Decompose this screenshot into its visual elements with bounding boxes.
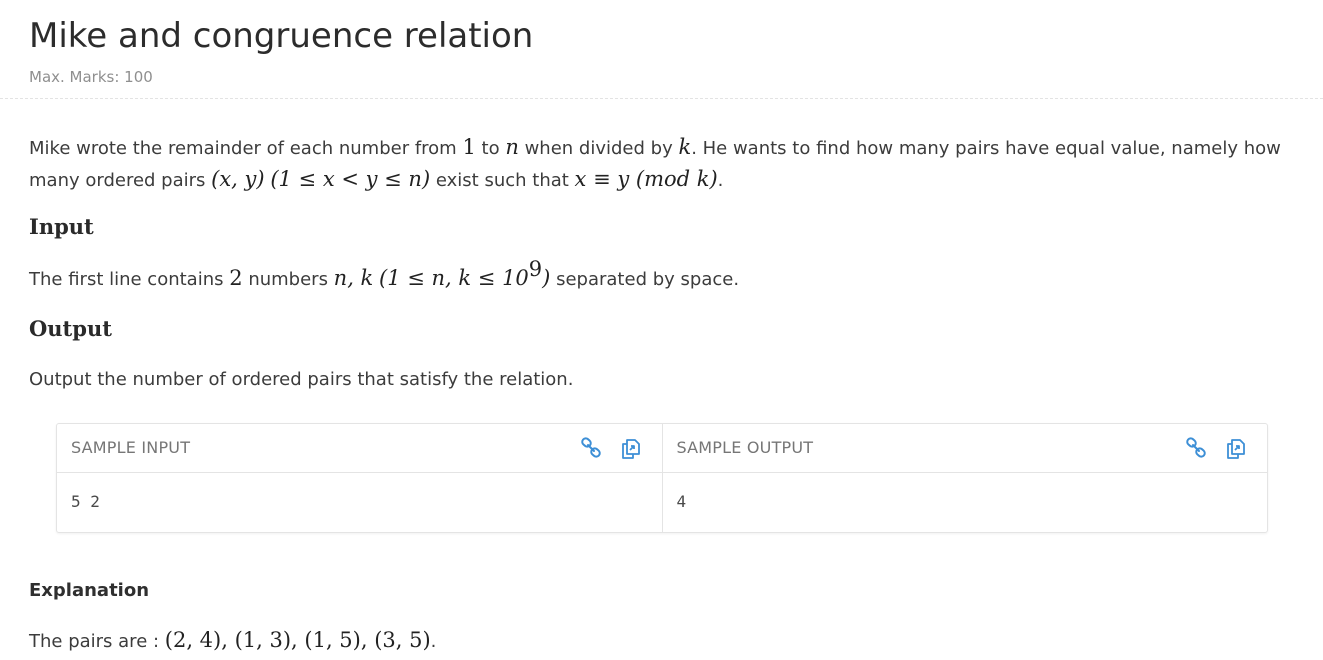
statement-text: when divided by [518, 138, 679, 159]
input-text: numbers [242, 269, 334, 290]
copy-icon-svg [1227, 439, 1245, 459]
problem-header: Mike and congruence relation Max. Marks:… [0, 0, 1323, 99]
sample-output-title: SAMPLE OUTPUT [676, 438, 814, 457]
statement-math: 1 [462, 135, 476, 159]
sample-input-header: SAMPLE INPUT [57, 424, 662, 473]
problem-title: Mike and congruence relation [29, 16, 534, 56]
sample-input-title: SAMPLE INPUT [71, 438, 191, 457]
statement-math: n [505, 135, 519, 159]
link-icon-svg [1186, 437, 1206, 458]
input-text: The first line contains [29, 269, 230, 290]
sample-input-panel: SAMPLE INPUT 5 2 [57, 424, 662, 532]
sample-input-actions [578, 435, 644, 461]
sample-input-value: 5 2 [71, 492, 100, 511]
explanation-pairs: (2, 4), (1, 3), (1, 5), (3, 5) [164, 628, 431, 652]
statement-text: . [717, 170, 724, 191]
copy-icon-svg [621, 439, 640, 459]
sample-output-actions [1183, 435, 1249, 461]
explanation-text: The pairs are : (2, 4), (1, 3), (1, 5), … [29, 625, 436, 657]
input-math: 2 [229, 266, 243, 290]
statement-math: x ≡ y (mod k) [574, 167, 718, 191]
statement-math: (x, y) [211, 167, 265, 191]
input-heading: Input [29, 214, 94, 239]
explanation-heading: Explanation [29, 580, 150, 601]
input-description: The first line contains 2 numbers n, k (… [29, 259, 740, 295]
max-marks: Max. Marks: 100 [29, 68, 153, 86]
link-icon[interactable] [578, 435, 604, 461]
statement-text: Mike wrote the remainder of each number … [29, 138, 463, 159]
statement-math: k [678, 135, 692, 159]
statement-math: (1 ≤ x < y ≤ n) [270, 167, 431, 191]
statement-text: exist such that [430, 170, 575, 191]
copy-icon[interactable] [1223, 435, 1249, 461]
sample-io-box: SAMPLE INPUT 5 2 SAMPLE OUTPUT 4 [56, 423, 1268, 533]
input-math: n, k [333, 266, 374, 290]
problem-statement: Mike wrote the remainder of each number … [29, 132, 1291, 196]
explanation-suffix: . [430, 631, 437, 652]
output-heading: Output [29, 316, 112, 341]
statement-text: to [475, 138, 506, 159]
link-icon[interactable] [1183, 435, 1209, 461]
input-math-exponent: 9 [528, 257, 543, 281]
link-icon-svg [580, 437, 601, 458]
sample-output-header: SAMPLE OUTPUT [662, 424, 1267, 473]
sample-output-value: 4 [676, 492, 687, 511]
sample-output-panel: SAMPLE OUTPUT 4 [661, 424, 1267, 532]
input-text: separated by space. [550, 269, 740, 290]
output-description: Output the number of ordered pairs that … [29, 369, 574, 390]
explanation-prefix: The pairs are : [29, 631, 165, 652]
input-math: (1 ≤ n, k ≤ 10 [379, 266, 529, 290]
copy-icon[interactable] [618, 435, 644, 461]
